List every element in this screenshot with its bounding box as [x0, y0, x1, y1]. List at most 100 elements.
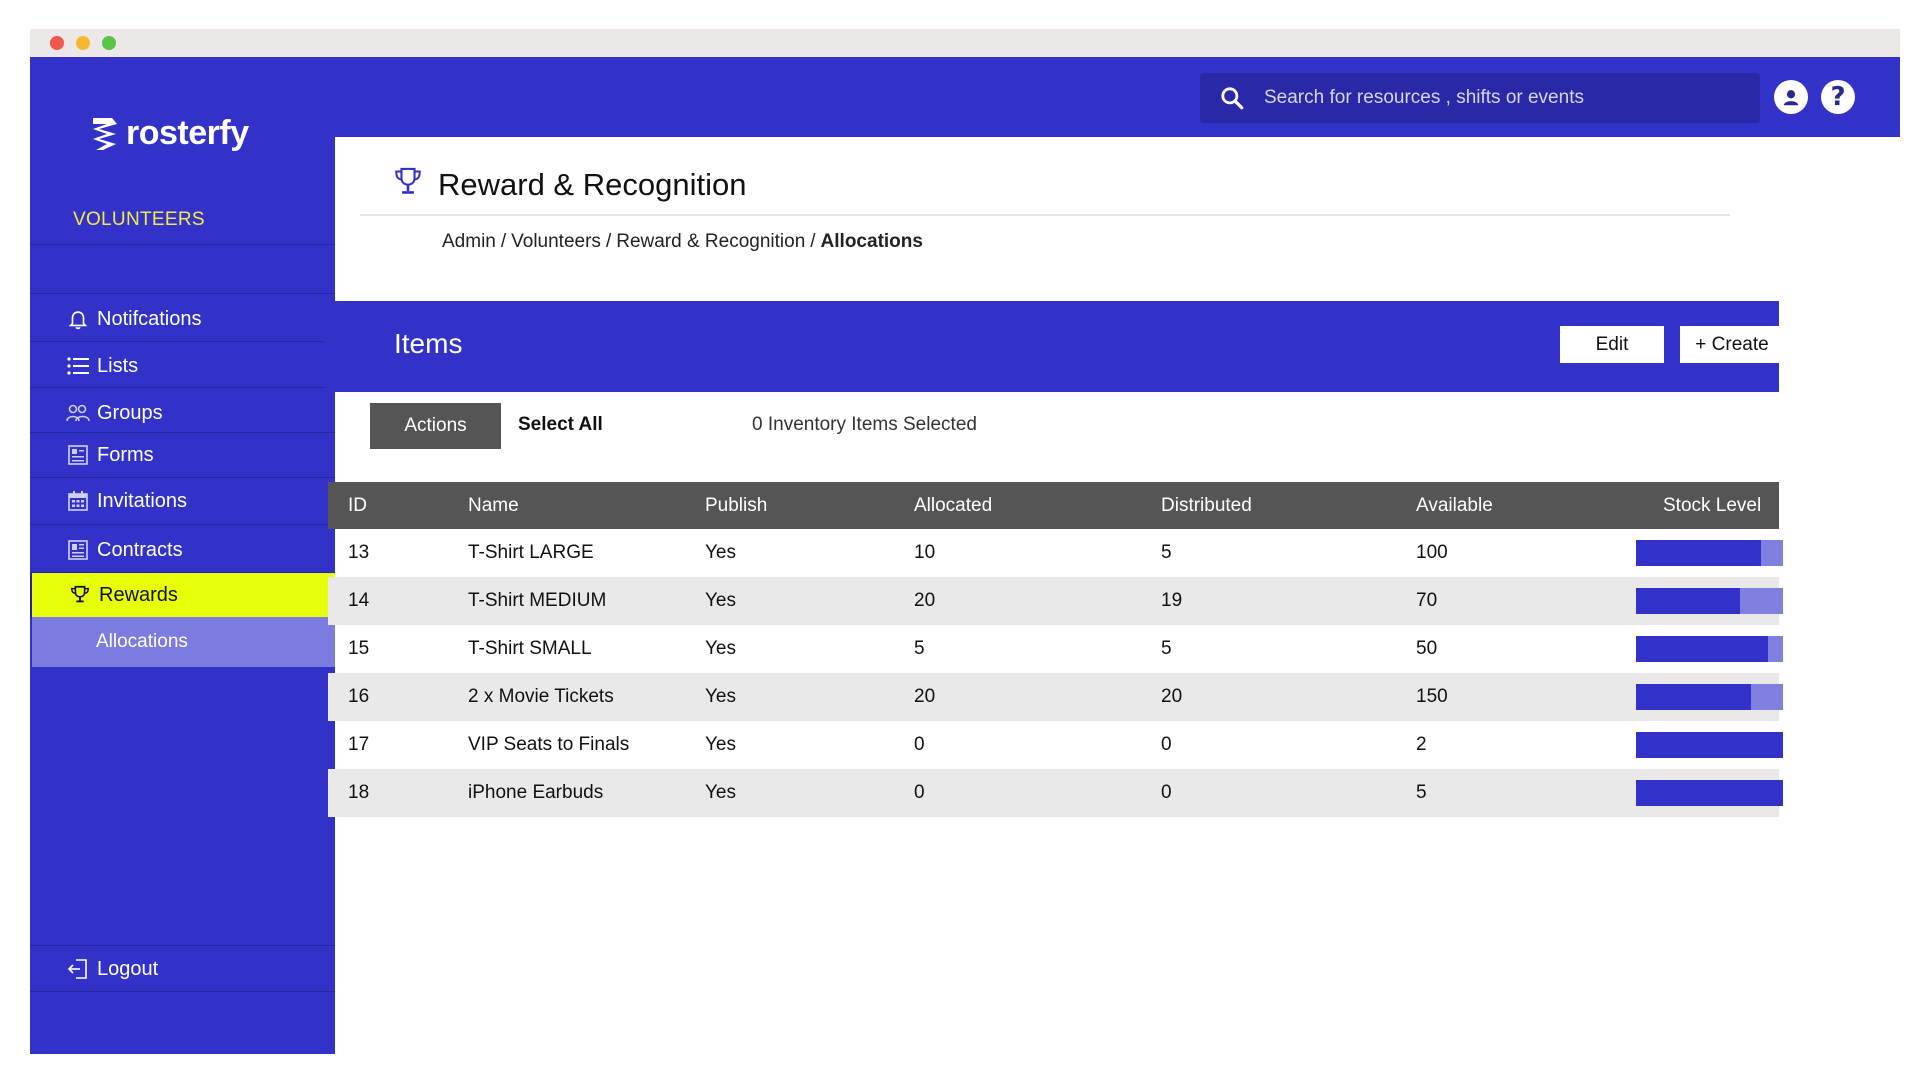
table-header: ID Name Publish Allocated Distributed Av… — [328, 482, 1779, 529]
cell-available: 70 — [1416, 590, 1438, 611]
breadcrumb-admin[interactable]: Admin — [442, 231, 496, 252]
window-titlebar — [30, 29, 1900, 57]
sidebar-divider — [30, 293, 335, 294]
column-header-publish[interactable]: Publish — [705, 482, 767, 529]
page-header: Reward & Recognition — [392, 165, 746, 204]
breadcrumb: Admin / Volunteers / Reward & Recognition / Al… — [442, 231, 923, 253]
form-icon — [65, 442, 91, 468]
minimize-window-button[interactable] — [76, 36, 90, 50]
table-row[interactable]: 13 T-Shirt LARGE Yes 10 5 100 — [328, 529, 1783, 577]
column-header-distributed[interactable]: Distributed — [1161, 482, 1252, 529]
column-header-available[interactable]: Available — [1416, 482, 1493, 529]
sidebar-divider — [30, 387, 335, 388]
sidebar-item-label: Invitations — [97, 489, 188, 512]
actions-button[interactable]: Actions — [370, 403, 501, 449]
cell-stock-level — [1636, 529, 1783, 577]
cell-name: VIP Seats to Finals — [468, 734, 630, 755]
cell-publish: Yes — [705, 542, 736, 563]
table-row[interactable]: 16 2 x Movie Tickets Yes 20 20 150 — [328, 673, 1783, 721]
table-row[interactable]: 14 T-Shirt MEDIUM Yes 20 19 70 — [328, 577, 1783, 625]
breadcrumb-separator: / — [605, 231, 612, 252]
sidebar-item-label: Groups — [97, 401, 163, 424]
trophy-icon — [392, 165, 424, 204]
maximize-window-button[interactable] — [102, 36, 116, 50]
stock-level-fill — [1636, 540, 1761, 566]
cell-stock-level — [1636, 577, 1783, 625]
items-header-bar: Items Edit + Create — [324, 301, 1784, 392]
stock-level-bar — [1636, 588, 1783, 614]
sidebar-item-notifications[interactable]: Notifcations — [30, 296, 335, 342]
select-all-link[interactable]: Select All — [518, 414, 603, 436]
table-row[interactable]: 15 T-Shirt SMALL Yes 5 5 50 — [328, 625, 1783, 673]
column-header-name[interactable]: Name — [468, 482, 519, 529]
sidebar-divider — [30, 341, 335, 342]
cell-distributed: 5 — [1161, 542, 1172, 563]
contract-icon — [65, 537, 91, 563]
cell-name: T-Shirt MEDIUM — [468, 590, 607, 611]
sidebar-item-forms[interactable]: Forms — [30, 432, 335, 478]
cell-available: 150 — [1416, 686, 1448, 707]
stock-level-fill — [1636, 684, 1751, 710]
cell-stock-level — [1636, 769, 1783, 817]
sidebar-item-groups[interactable]: Groups — [30, 390, 335, 436]
stock-level-bar — [1636, 636, 1783, 662]
search-icon[interactable] — [1200, 85, 1264, 111]
sidebar-item-label: Rewards — [99, 583, 178, 606]
trophy-icon — [67, 582, 93, 608]
page-title: Reward & Recognition — [438, 166, 747, 202]
stock-level-bar — [1636, 540, 1783, 566]
logout-button[interactable]: Logout — [30, 946, 335, 992]
cell-available: 2 — [1416, 734, 1427, 755]
sidebar-divider — [30, 991, 335, 992]
cell-distributed: 20 — [1161, 686, 1183, 707]
cell-available: 50 — [1416, 638, 1438, 659]
calendar-icon — [65, 488, 91, 514]
list-icon — [65, 353, 91, 379]
table-row[interactable]: 18 iPhone Earbuds Yes 0 0 5 — [328, 769, 1783, 817]
cell-stock-level — [1636, 721, 1783, 769]
create-button[interactable]: + Create — [1680, 326, 1784, 363]
sidebar-item-label: Contracts — [97, 538, 183, 561]
sidebar-item-lists[interactable]: Lists — [30, 343, 335, 389]
sidebar-item-rewards[interactable]: Rewards — [30, 572, 335, 618]
sidebar-subitem-label: Allocations — [96, 631, 188, 652]
logo-text: rosterfy — [126, 114, 249, 152]
search-bar — [1200, 73, 1760, 123]
cell-id: 17 — [348, 734, 370, 755]
cell-distributed: 0 — [1161, 734, 1172, 755]
column-header-stock-level[interactable]: Stock Level — [1663, 482, 1761, 529]
cell-publish: Yes — [705, 590, 736, 611]
logout-icon — [65, 956, 91, 982]
stock-level-fill — [1636, 636, 1769, 662]
cell-id: 18 — [348, 782, 370, 803]
stock-level-bar — [1636, 780, 1783, 806]
column-header-id[interactable]: ID — [348, 482, 367, 529]
column-header-allocated[interactable]: Allocated — [914, 482, 992, 529]
cell-publish: Yes — [705, 782, 736, 803]
breadcrumb-separator: / — [810, 231, 816, 252]
app-logo[interactable]: rosterfy — [90, 114, 249, 153]
user-icon[interactable] — [1774, 80, 1808, 114]
table-row[interactable]: 17 VIP Seats to Finals Yes 0 0 2 — [328, 721, 1783, 769]
users-icon — [65, 400, 91, 426]
search-input[interactable] — [1264, 73, 1760, 123]
cell-distributed: 19 — [1161, 590, 1183, 611]
sidebar-subitem-allocations[interactable]: Allocations — [32, 617, 335, 667]
cell-stock-level — [1636, 625, 1783, 673]
stock-level-fill — [1636, 588, 1741, 614]
sidebar-item-contracts[interactable]: Contracts — [30, 527, 335, 573]
sidebar-item-invitations[interactable]: Invitations — [30, 478, 335, 524]
cell-name: 2 x Movie Tickets — [468, 686, 614, 707]
close-window-button[interactable] — [50, 36, 64, 50]
sidebar-section-label: VOLUNTEERS — [73, 209, 205, 230]
cell-allocated: 0 — [914, 734, 925, 755]
edit-button[interactable]: Edit — [1560, 326, 1664, 363]
breadcrumb-separator: / — [500, 231, 507, 252]
help-icon[interactable]: ? — [1821, 80, 1855, 114]
breadcrumb-reward-recognition[interactable]: Reward & Recognition — [616, 231, 805, 252]
cell-publish: Yes — [705, 734, 736, 755]
sidebar-item-label: Forms — [97, 443, 154, 466]
cell-id: 13 — [348, 542, 370, 563]
items-title: Items — [394, 328, 463, 359]
breadcrumb-volunteers[interactable]: Volunteers — [511, 231, 601, 252]
